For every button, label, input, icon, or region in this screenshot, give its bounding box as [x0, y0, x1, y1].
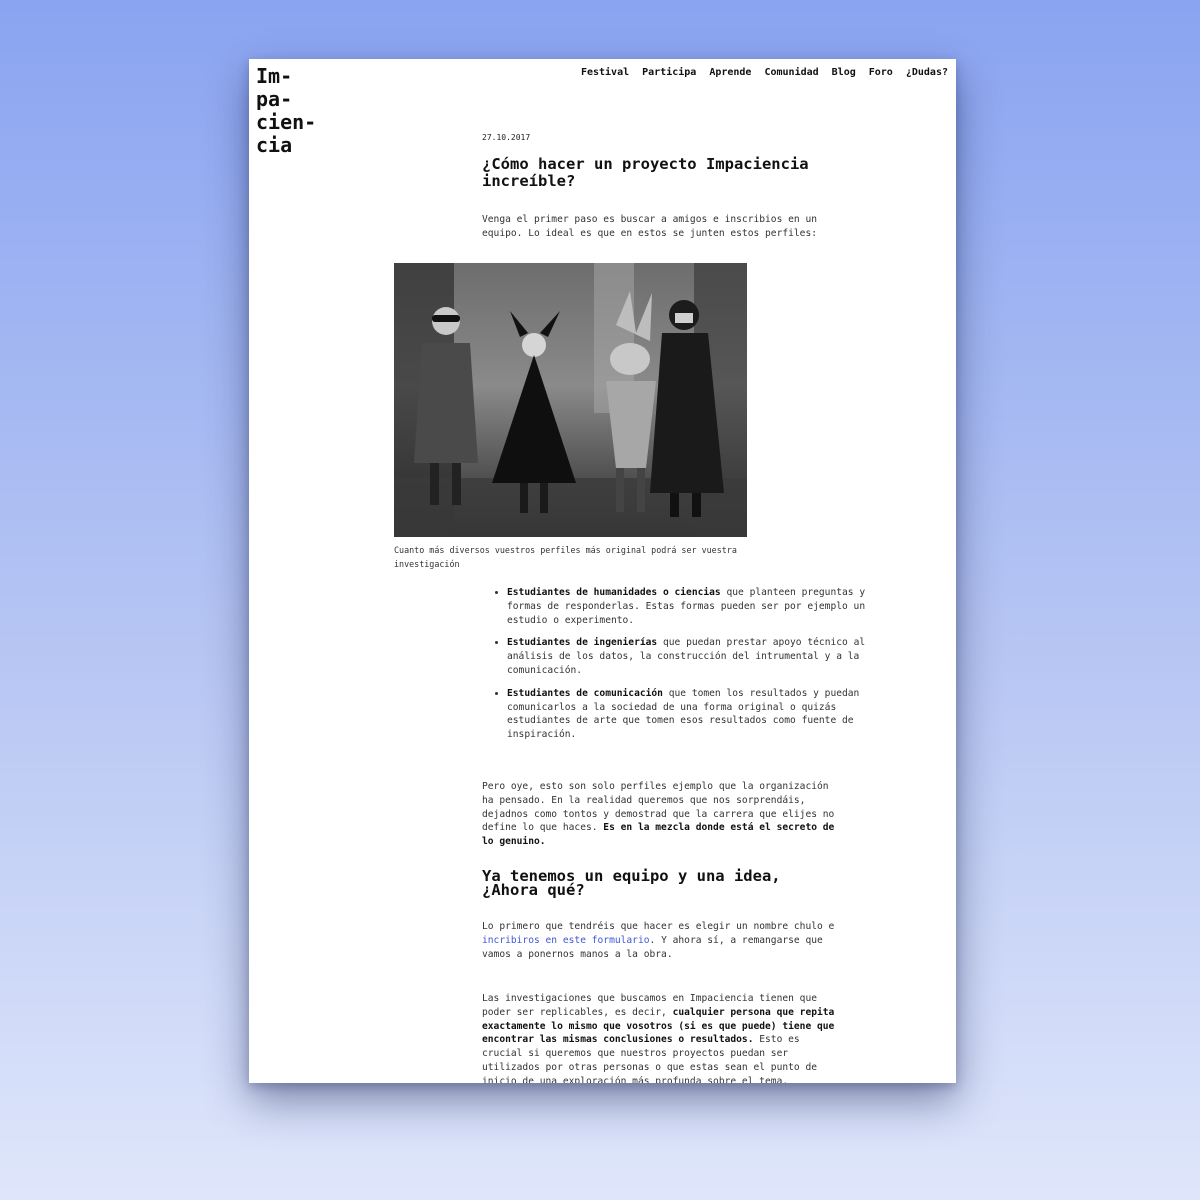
profiles-list: Estudiantes de humanidades o ciencias qu…	[482, 586, 867, 751]
closing-paragraph: Pero oye, esto son solo perfiles ejemplo…	[482, 780, 842, 849]
article-title: ¿Cómo hacer un proyecto Impaciencia incr…	[482, 155, 809, 190]
profile-title: Estudiantes de ingenierías	[507, 637, 658, 649]
main-nav: Festival Participa Aprende Comunidad Blo…	[581, 67, 948, 78]
nav-item-aprende[interactable]: Aprende	[709, 67, 751, 78]
section-title: Ya tenemos un equipo y una idea, ¿Ahora …	[482, 867, 781, 899]
logo-line: cien-	[256, 110, 317, 134]
team-text: Lo primero que tendréis que hacer es ele…	[482, 921, 835, 932]
nav-item-festival[interactable]: Festival	[581, 67, 629, 78]
team-paragraph: Lo primero que tendréis que hacer es ele…	[482, 920, 842, 961]
list-item: Estudiantes de humanidades o ciencias qu…	[507, 586, 867, 627]
list-item: Estudiantes de comunicación que tomen lo…	[507, 687, 867, 742]
nav-item-dudas[interactable]: ¿Dudas?	[906, 67, 948, 78]
profile-title: Estudiantes de humanidades o ciencias	[507, 587, 721, 598]
costumed-children-image	[394, 263, 747, 537]
nav-item-foro[interactable]: Foro	[869, 67, 893, 78]
replicable-paragraph: Las investigaciones que buscamos en Impa…	[482, 992, 842, 1083]
nav-item-participa[interactable]: Participa	[642, 67, 696, 78]
nav-item-blog[interactable]: Blog	[832, 67, 856, 78]
form-link[interactable]: incribiros en este formulario	[482, 935, 650, 946]
site-logo[interactable]: Im- pa- cien- cia	[256, 65, 316, 157]
logo-line: pa-	[256, 87, 293, 111]
intro-paragraph: Venga el primer paso es buscar a amigos …	[482, 214, 818, 239]
web-page: Im- pa- cien- cia Festival Participa Apr…	[249, 59, 956, 1083]
profile-title: Estudiantes de comunicación	[507, 687, 663, 699]
article-photo	[394, 263, 747, 537]
article-date: 27.10.2017	[482, 133, 531, 142]
logo-line: Im-	[256, 64, 293, 88]
nav-item-comunidad[interactable]: Comunidad	[764, 67, 818, 78]
list-item: Estudiantes de ingenierías que puedan pr…	[507, 636, 867, 677]
image-caption: Cuanto más diversos vuestros perfiles má…	[394, 545, 737, 569]
logo-line: cia	[256, 133, 293, 157]
